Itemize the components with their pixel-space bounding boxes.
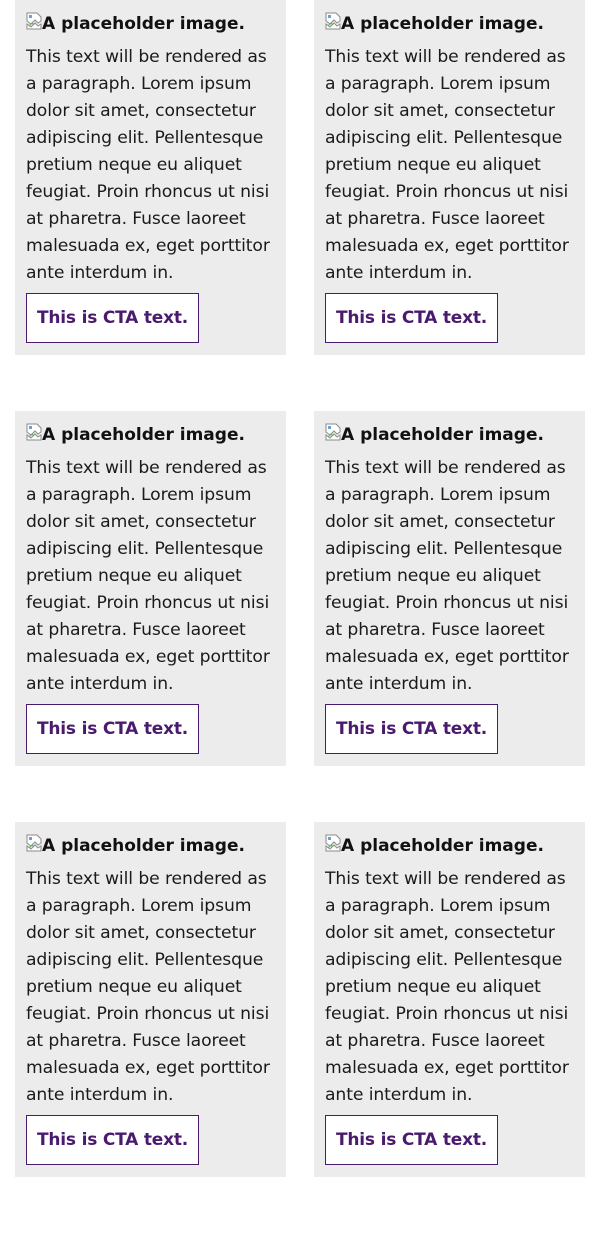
- card-paragraph: This text will be rendered as a paragrap…: [26, 47, 270, 283]
- cta-button[interactable]: This is CTA text.: [325, 293, 499, 343]
- card-5: A placeholder image. This text will be r…: [15, 822, 286, 1177]
- broken-image-icon: [26, 423, 42, 441]
- placeholder-image: A placeholder image.: [325, 11, 574, 37]
- placeholder-image: A placeholder image.: [325, 833, 574, 859]
- card-paragraph: This text will be rendered as a paragrap…: [325, 869, 569, 1105]
- cta-button[interactable]: This is CTA text.: [325, 704, 499, 754]
- placeholder-image: A placeholder image.: [26, 422, 275, 448]
- placeholder-image: A placeholder image.: [325, 422, 574, 448]
- image-alt-text: A placeholder image.: [341, 14, 544, 34]
- placeholder-image: A placeholder image.: [26, 833, 275, 859]
- cta-button[interactable]: This is CTA text.: [26, 704, 200, 754]
- card-paragraph: This text will be rendered as a paragrap…: [26, 869, 270, 1105]
- image-alt-text: A placeholder image.: [42, 425, 245, 445]
- broken-image-icon: [325, 423, 341, 441]
- broken-image-icon: [325, 12, 341, 30]
- image-alt-text: A placeholder image.: [341, 836, 544, 856]
- card-4: A placeholder image. This text will be r…: [314, 411, 585, 766]
- card-paragraph: This text will be rendered as a paragrap…: [325, 458, 569, 694]
- card-paragraph: This text will be rendered as a paragrap…: [26, 458, 270, 694]
- broken-image-icon: [26, 834, 42, 852]
- card-1: A placeholder image. This text will be r…: [15, 0, 286, 355]
- broken-image-icon: [325, 834, 341, 852]
- card-paragraph: This text will be rendered as a paragrap…: [325, 47, 569, 283]
- placeholder-image: A placeholder image.: [26, 11, 275, 37]
- image-alt-text: A placeholder image.: [341, 425, 544, 445]
- card-2: A placeholder image. This text will be r…: [314, 0, 585, 355]
- card-6: A placeholder image. This text will be r…: [314, 822, 585, 1177]
- card-3: A placeholder image. This text will be r…: [15, 411, 286, 766]
- image-alt-text: A placeholder image.: [42, 14, 245, 34]
- image-alt-text: A placeholder image.: [42, 836, 245, 856]
- broken-image-icon: [26, 12, 42, 30]
- cta-button[interactable]: This is CTA text.: [26, 1115, 200, 1165]
- cta-button[interactable]: This is CTA text.: [325, 1115, 499, 1165]
- card-grid: A placeholder image. This text will be r…: [0, 0, 600, 1233]
- cta-button[interactable]: This is CTA text.: [26, 293, 200, 343]
